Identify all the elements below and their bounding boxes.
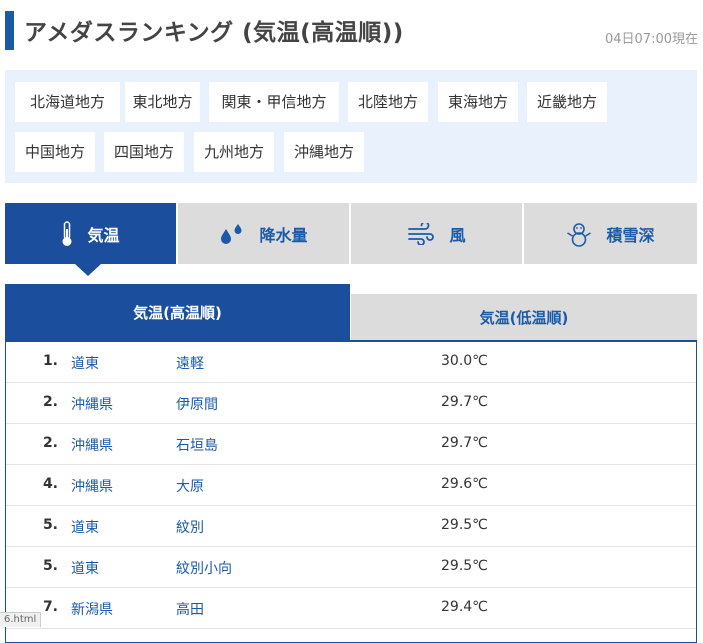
- rank-number: 5.: [42, 517, 58, 533]
- tab-wind-label: 風: [449, 225, 466, 245]
- wind-icon: [407, 222, 435, 245]
- thermometer-icon: [61, 220, 73, 247]
- table-row: 1. 道東 遠軽 30.0℃: [6, 342, 696, 383]
- rank-number: 5.: [42, 558, 58, 574]
- tab-precipitation-label: 降水量: [259, 225, 308, 245]
- station-link[interactable]: 伊原間: [176, 394, 218, 414]
- region-button-kanto-koshin[interactable]: 関東・甲信地方: [209, 82, 339, 122]
- temperature-value: 29.6℃: [441, 476, 488, 492]
- ranking-table: 1. 道東 遠軽 30.0℃ 2. 沖縄県 伊原間 29.7℃ 2. 沖縄県 石…: [5, 340, 697, 643]
- temperature-value: 29.5℃: [441, 558, 488, 574]
- table-row: 4. 沖縄県 大原 29.6℃: [6, 465, 696, 506]
- table-row: 5. 道東 紋別小向 29.5℃: [6, 547, 696, 588]
- prefecture-link[interactable]: 沖縄県: [71, 435, 113, 455]
- title-accent-bar: [5, 11, 14, 50]
- raindrops-icon: [219, 223, 245, 245]
- region-button-kyushu[interactable]: 九州地方: [194, 132, 274, 172]
- station-link[interactable]: 石垣島: [176, 435, 218, 455]
- temperature-value: 29.5℃: [441, 517, 488, 533]
- page-title: アメダスランキング (気温(高温順)): [24, 20, 404, 46]
- prefecture-link[interactable]: 沖縄県: [71, 476, 113, 496]
- region-button-hokuriku[interactable]: 北陸地方: [348, 82, 428, 122]
- temperature-value: 30.0℃: [441, 353, 488, 369]
- tab-low-temperature[interactable]: 気温(低温順): [351, 294, 697, 340]
- station-link[interactable]: 紋別小向: [176, 558, 232, 578]
- tab-temperature[interactable]: 気温: [5, 203, 176, 264]
- sort-tabs: 気温(高温順) 気温(低温順): [5, 284, 697, 340]
- region-button-okinawa[interactable]: 沖縄地方: [284, 132, 364, 172]
- station-link[interactable]: 高田: [176, 599, 204, 619]
- category-tabs: 気温 降水量 風 積雪深: [5, 203, 697, 264]
- prefecture-link[interactable]: 沖縄県: [71, 394, 113, 414]
- prefecture-link[interactable]: 道東: [71, 517, 99, 537]
- region-button-kinki[interactable]: 近畿地方: [527, 82, 607, 122]
- tab-snow-depth-label: 積雪深: [606, 225, 655, 245]
- rank-number: 4.: [42, 476, 58, 492]
- tab-snow-depth[interactable]: 積雪深: [524, 203, 697, 264]
- temperature-value: 29.7℃: [441, 435, 488, 451]
- update-timestamp: 04日07:00現在: [604, 32, 698, 47]
- station-link[interactable]: 遠軽: [176, 353, 204, 373]
- prefecture-link[interactable]: 道東: [71, 558, 99, 578]
- station-link[interactable]: 紋別: [176, 517, 204, 537]
- tab-high-temperature[interactable]: 気温(高温順): [5, 284, 350, 340]
- tab-wind[interactable]: 風: [351, 203, 522, 264]
- active-tab-pointer: [75, 264, 101, 276]
- table-row: 2. 沖縄県 伊原間 29.7℃: [6, 383, 696, 424]
- rank-number: 2.: [42, 394, 58, 410]
- region-button-tohoku[interactable]: 東北地方: [125, 82, 200, 122]
- rank-number: 1.: [42, 353, 58, 369]
- temperature-value: 29.4℃: [441, 599, 488, 615]
- rank-number: 2.: [42, 435, 58, 451]
- table-row: 2. 沖縄県 石垣島 29.7℃: [6, 424, 696, 465]
- region-button-hokkaido[interactable]: 北海道地方: [15, 82, 120, 122]
- station-link[interactable]: 大原: [176, 476, 204, 496]
- region-button-shikoku[interactable]: 四国地方: [104, 132, 184, 172]
- tab-temperature-label: 気温: [87, 225, 120, 245]
- region-button-tokai[interactable]: 東海地方: [438, 82, 518, 122]
- prefecture-link[interactable]: 道東: [71, 353, 99, 373]
- table-row: 5. 道東 紋別 29.5℃: [6, 506, 696, 547]
- page-header: アメダスランキング (気温(高温順)) 04日07:00現在: [5, 10, 698, 50]
- temperature-value: 29.7℃: [441, 394, 488, 410]
- table-row: 7. 新潟県 高田 29.4℃: [6, 588, 696, 629]
- region-selector: 北海道地方 東北地方 関東・甲信地方 北陸地方 東海地方 近畿地方 中国地方 四…: [5, 70, 697, 183]
- region-button-chugoku[interactable]: 中国地方: [15, 132, 95, 172]
- tab-precipitation[interactable]: 降水量: [178, 203, 349, 264]
- snowman-icon: [566, 221, 592, 247]
- browser-status-url: 6.html: [0, 612, 42, 627]
- prefecture-link[interactable]: 新潟県: [71, 599, 113, 619]
